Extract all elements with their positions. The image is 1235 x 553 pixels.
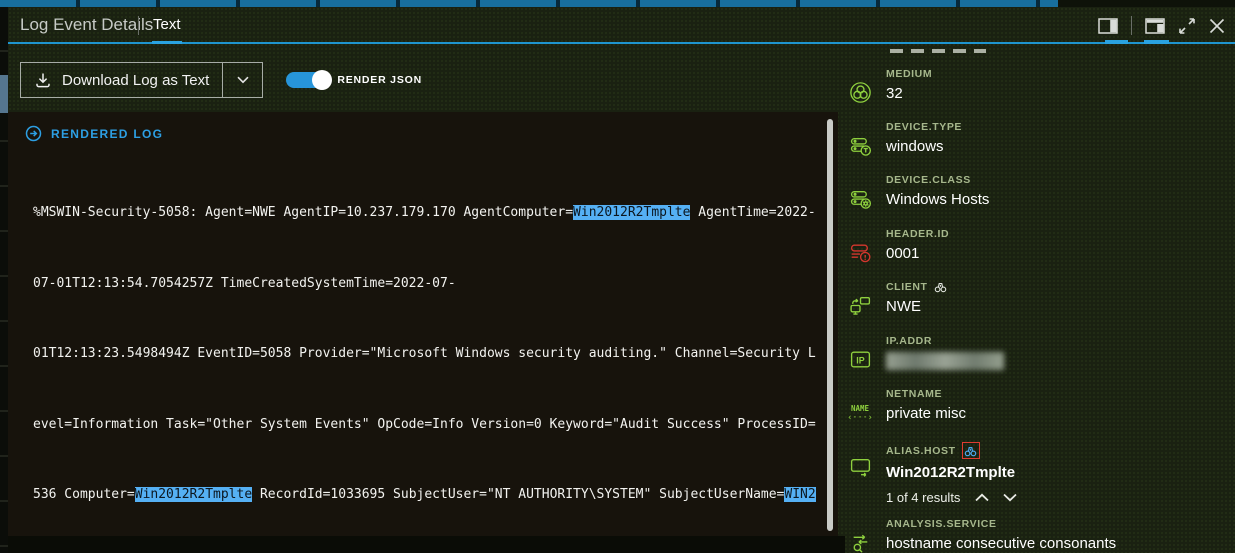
download-log-button[interactable]: Download Log as Text xyxy=(20,62,263,98)
meta-value[interactable]: 0001 xyxy=(886,245,949,262)
svg-text:‹···›: ‹···› xyxy=(848,413,872,423)
header-icons-divider xyxy=(1131,16,1132,35)
background-selected-row xyxy=(0,75,8,113)
background-rows-sliver xyxy=(0,7,8,553)
ip-address-icon: IP xyxy=(848,348,872,371)
log-scrollbar-thumb[interactable] xyxy=(827,119,833,531)
highlighted-term: Win2012R2Tmplte xyxy=(573,205,690,220)
tab-active-indicator xyxy=(152,41,182,44)
svg-text:NAME: NAME xyxy=(851,404,870,413)
meta-value[interactable]: windows xyxy=(886,138,962,155)
meta-row-ip-addr: IP IP.ADDR xyxy=(848,335,1004,371)
meta-row-client: CLIENT NWE xyxy=(848,281,947,317)
results-count: 1 of 4 results xyxy=(886,490,960,505)
binoculars-active-icon[interactable] xyxy=(962,442,980,459)
panel-header: Log Event Details Text xyxy=(8,7,1235,44)
device-type-icon xyxy=(848,134,872,157)
alias-host-icon xyxy=(848,455,872,505)
render-json-toggle[interactable] xyxy=(286,72,330,88)
meta-row-alias-host: ALIAS.HOST Win2012R2Tmplte 1 of 4 result… xyxy=(848,442,1018,505)
collapse-section-icon[interactable] xyxy=(25,125,42,142)
meta-value[interactable]: 32 xyxy=(886,85,932,102)
header-divider xyxy=(138,16,139,35)
download-button-label: Download Log as Text xyxy=(62,72,209,89)
event-meta-sidebar: MEDIUM 32 DEVICE.TYPE windows DEVICE xyxy=(845,44,1235,553)
close-icon[interactable] xyxy=(1209,18,1225,34)
meta-value[interactable]: private misc xyxy=(886,405,966,422)
svg-text:IP: IP xyxy=(856,355,864,365)
meta-row-netname: NAME‹···› NETNAME private misc xyxy=(848,388,966,424)
log-event-details-panel: Log Event Details Text xyxy=(8,7,1235,553)
log-line: 536 Computer=Win2012R2Tmplte RecordId=10… xyxy=(33,483,818,507)
next-result-chevron[interactable] xyxy=(1002,493,1018,502)
layout-panel-icon[interactable] xyxy=(1145,18,1165,34)
meta-value[interactable]: Win2012R2Tmplte xyxy=(886,464,1018,481)
log-line: 01T12:13:23.5498494Z EventID=5058 Provid… xyxy=(33,342,818,366)
netname-icon: NAME‹···› xyxy=(848,401,872,424)
log-line: 07-01T12:13:54.7054257Z TimeCreatedSyste… xyxy=(33,272,818,296)
highlighted-term: Win2012R2Tmplte xyxy=(135,487,252,502)
meta-value[interactable]: Windows Hosts xyxy=(886,191,989,208)
meta-value[interactable]: NWE xyxy=(886,298,947,315)
rendered-log-title: RENDERED LOG xyxy=(51,127,163,141)
medium-icon xyxy=(848,81,872,104)
download-icon xyxy=(34,71,52,89)
tab-text[interactable]: Text xyxy=(153,16,181,33)
rendered-log-panel: RENDERED LOG %MSWIN-Security-5058: Agent… xyxy=(8,112,838,536)
highlighted-term: WIN2 xyxy=(784,487,815,502)
toolbar: Download Log as Text RENDER JSON xyxy=(20,62,422,98)
meta-row-device-class: DEVICE.CLASS Windows Hosts xyxy=(848,174,989,210)
log-line: evel=Information Task="Other System Even… xyxy=(33,413,818,437)
meta-row-medium: MEDIUM 32 xyxy=(848,68,932,104)
panel-bottom-strip xyxy=(8,536,845,553)
screen: Log Event Details Text xyxy=(0,0,1235,553)
meta-value[interactable]: hostname consecutive consonants xyxy=(886,535,1116,552)
clipped-meta-text xyxy=(890,49,986,53)
binoculars-icon[interactable] xyxy=(934,281,947,293)
redacted-ip-value[interactable] xyxy=(886,352,1004,370)
device-class-icon xyxy=(848,187,872,210)
meta-row-header-id: HEADER.ID 0001 xyxy=(848,228,949,264)
expand-icon[interactable] xyxy=(1178,17,1196,35)
meta-row-analysis-service: ANALYSIS.SERVICE hostname consecutive co… xyxy=(848,518,1116,553)
meta-row-device-type: DEVICE.TYPE windows xyxy=(848,121,962,157)
panel-title: Log Event Details xyxy=(20,15,153,35)
log-line: %MSWIN-Security-5058: Agent=NWE AgentIP=… xyxy=(33,201,818,225)
background-table-header-strip xyxy=(0,0,1058,7)
download-options-chevron[interactable] xyxy=(223,63,262,97)
render-json-label: RENDER JSON xyxy=(337,74,422,86)
client-icon xyxy=(848,294,872,317)
analysis-service-icon xyxy=(848,531,872,553)
log-text: %MSWIN-Security-5058: Agent=NWE AgentIP=… xyxy=(33,154,818,553)
previous-result-chevron[interactable] xyxy=(974,493,990,502)
split-panel-icon[interactable] xyxy=(1098,18,1118,34)
header-id-icon xyxy=(848,241,872,264)
